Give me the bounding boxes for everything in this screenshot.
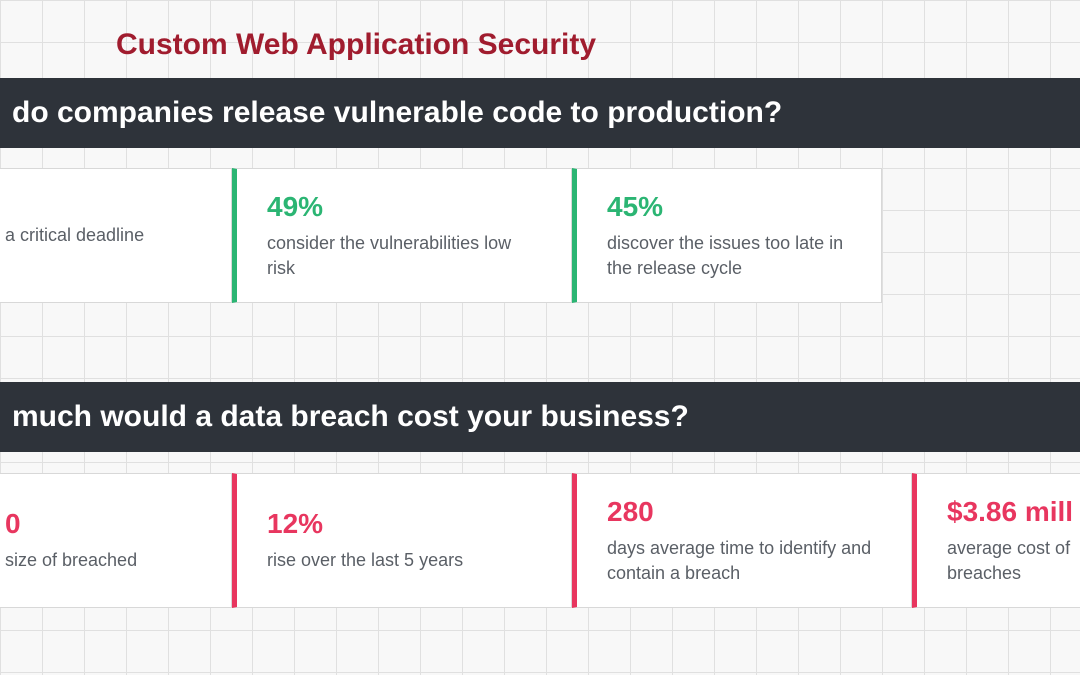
stat-label: discover the issues too late in the rele… bbox=[607, 231, 851, 280]
stat-card: 280 days average time to identify and co… bbox=[572, 473, 912, 608]
stat-value: $3.86 mill bbox=[947, 496, 1080, 528]
section-heading-1: do companies release vulnerable code to … bbox=[0, 78, 1080, 148]
stat-label: consider the vulnerabilities low risk bbox=[267, 231, 541, 280]
page-title: Custom Web Application Security bbox=[116, 28, 596, 62]
stat-label: rise over the last 5 years bbox=[267, 548, 541, 572]
stat-card: 45% discover the issues too late in the … bbox=[572, 168, 882, 303]
stat-label: average cost of breaches bbox=[947, 536, 1080, 585]
stat-label: size of breached bbox=[5, 548, 201, 572]
stat-card: $3.86 mill average cost of breaches bbox=[912, 473, 1080, 608]
stat-card: 49% consider the vulnerabilities low ris… bbox=[232, 168, 572, 303]
section-heading-2: much would a data breach cost your busin… bbox=[0, 382, 1080, 452]
stat-row-2: 0 size of breached 12% rise over the las… bbox=[0, 473, 1080, 608]
stat-card: 12% rise over the last 5 years bbox=[232, 473, 572, 608]
stat-label: days average time to identify and contai… bbox=[607, 536, 881, 585]
stat-value: 0 bbox=[5, 508, 201, 540]
stat-value: 49% bbox=[267, 191, 541, 223]
stat-row-1: a critical deadline 49% consider the vul… bbox=[0, 168, 882, 303]
stat-value: 45% bbox=[607, 191, 851, 223]
stat-value: 12% bbox=[267, 508, 541, 540]
stat-card: 0 size of breached bbox=[0, 473, 232, 608]
stat-label: a critical deadline bbox=[5, 223, 201, 247]
stat-card: a critical deadline bbox=[0, 168, 232, 303]
stat-value: 280 bbox=[607, 496, 881, 528]
